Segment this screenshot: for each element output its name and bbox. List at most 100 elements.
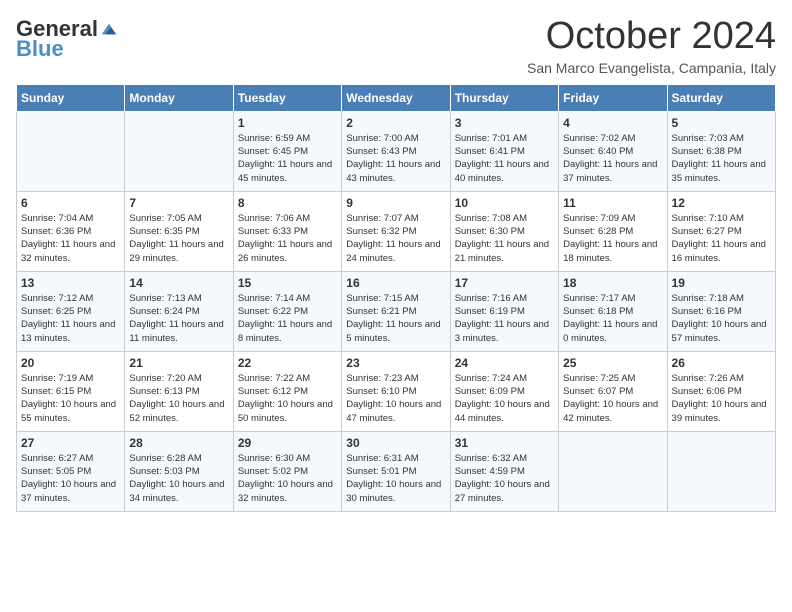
calendar-cell: 8 Sunrise: 7:06 AMSunset: 6:33 PMDayligh… bbox=[233, 191, 341, 271]
calendar-cell: 22 Sunrise: 7:22 AMSunset: 6:12 PMDaylig… bbox=[233, 351, 341, 431]
calendar-cell bbox=[559, 431, 667, 511]
day-number: 14 bbox=[129, 276, 228, 290]
calendar-cell: 27 Sunrise: 6:27 AMSunset: 5:05 PMDaylig… bbox=[17, 431, 125, 511]
calendar-cell: 25 Sunrise: 7:25 AMSunset: 6:07 PMDaylig… bbox=[559, 351, 667, 431]
calendar-cell: 2 Sunrise: 7:00 AMSunset: 6:43 PMDayligh… bbox=[342, 111, 450, 191]
day-number: 3 bbox=[455, 116, 554, 130]
day-number: 27 bbox=[21, 436, 120, 450]
logo-blue: Blue bbox=[16, 36, 64, 62]
column-header-friday: Friday bbox=[559, 84, 667, 111]
calendar-cell: 9 Sunrise: 7:07 AMSunset: 6:32 PMDayligh… bbox=[342, 191, 450, 271]
day-info: Sunrise: 7:14 AMSunset: 6:22 PMDaylight:… bbox=[238, 292, 337, 345]
calendar-header-row: SundayMondayTuesdayWednesdayThursdayFrid… bbox=[17, 84, 776, 111]
calendar-cell: 18 Sunrise: 7:17 AMSunset: 6:18 PMDaylig… bbox=[559, 271, 667, 351]
day-number: 12 bbox=[672, 196, 771, 210]
day-info: Sunrise: 7:07 AMSunset: 6:32 PMDaylight:… bbox=[346, 212, 445, 265]
day-number: 6 bbox=[21, 196, 120, 210]
day-info: Sunrise: 7:20 AMSunset: 6:13 PMDaylight:… bbox=[129, 372, 228, 425]
day-number: 1 bbox=[238, 116, 337, 130]
day-number: 9 bbox=[346, 196, 445, 210]
column-header-monday: Monday bbox=[125, 84, 233, 111]
calendar-cell: 5 Sunrise: 7:03 AMSunset: 6:38 PMDayligh… bbox=[667, 111, 775, 191]
day-info: Sunrise: 7:04 AMSunset: 6:36 PMDaylight:… bbox=[21, 212, 120, 265]
day-number: 8 bbox=[238, 196, 337, 210]
logo-icon bbox=[100, 20, 118, 38]
day-info: Sunrise: 6:31 AMSunset: 5:01 PMDaylight:… bbox=[346, 452, 445, 505]
day-number: 18 bbox=[563, 276, 662, 290]
calendar-cell: 12 Sunrise: 7:10 AMSunset: 6:27 PMDaylig… bbox=[667, 191, 775, 271]
calendar-cell: 13 Sunrise: 7:12 AMSunset: 6:25 PMDaylig… bbox=[17, 271, 125, 351]
day-info: Sunrise: 7:24 AMSunset: 6:09 PMDaylight:… bbox=[455, 372, 554, 425]
calendar-cell bbox=[125, 111, 233, 191]
day-info: Sunrise: 7:12 AMSunset: 6:25 PMDaylight:… bbox=[21, 292, 120, 345]
calendar-cell bbox=[17, 111, 125, 191]
day-number: 21 bbox=[129, 356, 228, 370]
calendar-cell: 1 Sunrise: 6:59 AMSunset: 6:45 PMDayligh… bbox=[233, 111, 341, 191]
logo: General Blue bbox=[16, 16, 118, 62]
day-info: Sunrise: 6:28 AMSunset: 5:03 PMDaylight:… bbox=[129, 452, 228, 505]
day-number: 19 bbox=[672, 276, 771, 290]
day-number: 28 bbox=[129, 436, 228, 450]
day-number: 20 bbox=[21, 356, 120, 370]
month-title: October 2024 bbox=[527, 16, 776, 58]
page-header: General Blue October 2024 San Marco Evan… bbox=[16, 16, 776, 76]
calendar-cell: 20 Sunrise: 7:19 AMSunset: 6:15 PMDaylig… bbox=[17, 351, 125, 431]
calendar-cell: 10 Sunrise: 7:08 AMSunset: 6:30 PMDaylig… bbox=[450, 191, 558, 271]
day-info: Sunrise: 7:15 AMSunset: 6:21 PMDaylight:… bbox=[346, 292, 445, 345]
location: San Marco Evangelista, Campania, Italy bbox=[527, 60, 776, 76]
day-number: 11 bbox=[563, 196, 662, 210]
calendar-cell: 29 Sunrise: 6:30 AMSunset: 5:02 PMDaylig… bbox=[233, 431, 341, 511]
calendar-cell: 19 Sunrise: 7:18 AMSunset: 6:16 PMDaylig… bbox=[667, 271, 775, 351]
day-info: Sunrise: 7:19 AMSunset: 6:15 PMDaylight:… bbox=[21, 372, 120, 425]
day-info: Sunrise: 7:16 AMSunset: 6:19 PMDaylight:… bbox=[455, 292, 554, 345]
column-header-saturday: Saturday bbox=[667, 84, 775, 111]
day-number: 4 bbox=[563, 116, 662, 130]
column-header-tuesday: Tuesday bbox=[233, 84, 341, 111]
title-block: October 2024 San Marco Evangelista, Camp… bbox=[527, 16, 776, 76]
calendar-cell: 6 Sunrise: 7:04 AMSunset: 6:36 PMDayligh… bbox=[17, 191, 125, 271]
calendar-cell: 24 Sunrise: 7:24 AMSunset: 6:09 PMDaylig… bbox=[450, 351, 558, 431]
calendar-cell: 7 Sunrise: 7:05 AMSunset: 6:35 PMDayligh… bbox=[125, 191, 233, 271]
calendar-cell: 3 Sunrise: 7:01 AMSunset: 6:41 PMDayligh… bbox=[450, 111, 558, 191]
calendar-week-row: 20 Sunrise: 7:19 AMSunset: 6:15 PMDaylig… bbox=[17, 351, 776, 431]
day-info: Sunrise: 7:00 AMSunset: 6:43 PMDaylight:… bbox=[346, 132, 445, 185]
day-number: 7 bbox=[129, 196, 228, 210]
day-info: Sunrise: 7:01 AMSunset: 6:41 PMDaylight:… bbox=[455, 132, 554, 185]
day-info: Sunrise: 7:06 AMSunset: 6:33 PMDaylight:… bbox=[238, 212, 337, 265]
day-number: 29 bbox=[238, 436, 337, 450]
day-info: Sunrise: 7:25 AMSunset: 6:07 PMDaylight:… bbox=[563, 372, 662, 425]
calendar-cell: 30 Sunrise: 6:31 AMSunset: 5:01 PMDaylig… bbox=[342, 431, 450, 511]
calendar-cell: 17 Sunrise: 7:16 AMSunset: 6:19 PMDaylig… bbox=[450, 271, 558, 351]
calendar-cell: 15 Sunrise: 7:14 AMSunset: 6:22 PMDaylig… bbox=[233, 271, 341, 351]
column-header-thursday: Thursday bbox=[450, 84, 558, 111]
day-info: Sunrise: 6:59 AMSunset: 6:45 PMDaylight:… bbox=[238, 132, 337, 185]
day-number: 23 bbox=[346, 356, 445, 370]
day-number: 22 bbox=[238, 356, 337, 370]
calendar-cell: 4 Sunrise: 7:02 AMSunset: 6:40 PMDayligh… bbox=[559, 111, 667, 191]
day-info: Sunrise: 7:22 AMSunset: 6:12 PMDaylight:… bbox=[238, 372, 337, 425]
day-info: Sunrise: 7:26 AMSunset: 6:06 PMDaylight:… bbox=[672, 372, 771, 425]
calendar-week-row: 1 Sunrise: 6:59 AMSunset: 6:45 PMDayligh… bbox=[17, 111, 776, 191]
day-info: Sunrise: 7:17 AMSunset: 6:18 PMDaylight:… bbox=[563, 292, 662, 345]
day-info: Sunrise: 7:02 AMSunset: 6:40 PMDaylight:… bbox=[563, 132, 662, 185]
day-number: 30 bbox=[346, 436, 445, 450]
calendar-cell: 11 Sunrise: 7:09 AMSunset: 6:28 PMDaylig… bbox=[559, 191, 667, 271]
day-info: Sunrise: 6:30 AMSunset: 5:02 PMDaylight:… bbox=[238, 452, 337, 505]
calendar-cell: 16 Sunrise: 7:15 AMSunset: 6:21 PMDaylig… bbox=[342, 271, 450, 351]
day-number: 13 bbox=[21, 276, 120, 290]
day-info: Sunrise: 6:27 AMSunset: 5:05 PMDaylight:… bbox=[21, 452, 120, 505]
calendar-cell: 14 Sunrise: 7:13 AMSunset: 6:24 PMDaylig… bbox=[125, 271, 233, 351]
day-info: Sunrise: 6:32 AMSunset: 4:59 PMDaylight:… bbox=[455, 452, 554, 505]
day-info: Sunrise: 7:09 AMSunset: 6:28 PMDaylight:… bbox=[563, 212, 662, 265]
calendar-cell bbox=[667, 431, 775, 511]
day-number: 15 bbox=[238, 276, 337, 290]
day-number: 5 bbox=[672, 116, 771, 130]
day-info: Sunrise: 7:03 AMSunset: 6:38 PMDaylight:… bbox=[672, 132, 771, 185]
day-number: 24 bbox=[455, 356, 554, 370]
day-number: 25 bbox=[563, 356, 662, 370]
calendar-cell: 26 Sunrise: 7:26 AMSunset: 6:06 PMDaylig… bbox=[667, 351, 775, 431]
day-number: 10 bbox=[455, 196, 554, 210]
day-info: Sunrise: 7:23 AMSunset: 6:10 PMDaylight:… bbox=[346, 372, 445, 425]
calendar-week-row: 6 Sunrise: 7:04 AMSunset: 6:36 PMDayligh… bbox=[17, 191, 776, 271]
day-info: Sunrise: 7:13 AMSunset: 6:24 PMDaylight:… bbox=[129, 292, 228, 345]
